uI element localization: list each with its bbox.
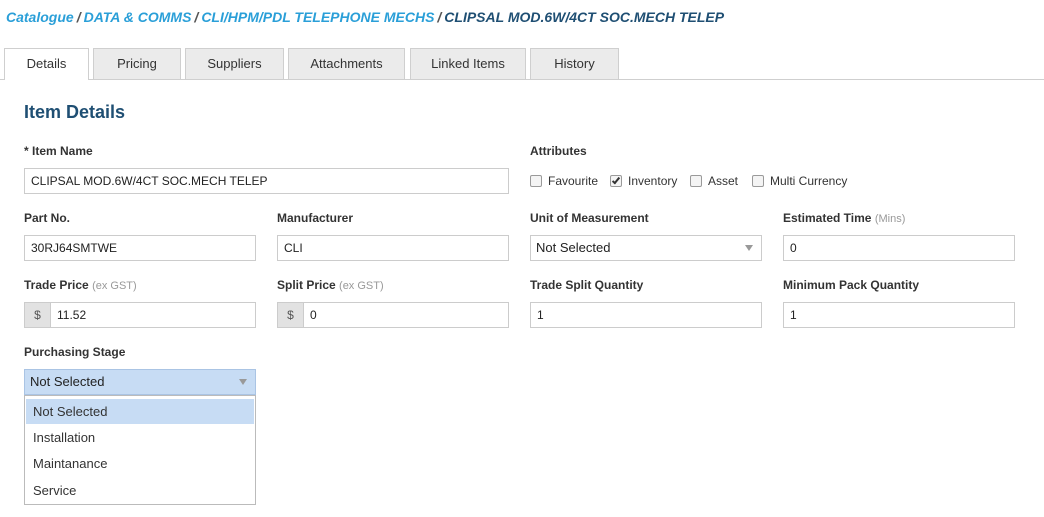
tabs-divider xyxy=(0,79,1044,80)
dollar-icon: $ xyxy=(24,302,50,328)
part-no-label: Part No. xyxy=(24,211,71,225)
trade-split-quantity-label: Trade Split Quantity xyxy=(530,278,644,292)
tab-suppliers[interactable]: Suppliers xyxy=(185,48,284,79)
breadcrumb-catalogue-link[interactable]: Catalogue xyxy=(6,9,74,25)
breadcrumb-current-item: CLIPSAL MOD.6W/4CT SOC.MECH TELEP xyxy=(444,9,725,25)
part-no-value: 30RJ64SMTWE xyxy=(31,241,118,255)
breadcrumb-telephone-mechs-link[interactable]: CLI/HPM/PDL TELEPHONE MECHS xyxy=(201,9,434,25)
dropdown-option-maintanance[interactable]: Maintanance xyxy=(26,451,254,476)
inventory-label: Inventory xyxy=(628,174,678,188)
breadcrumb-data-comms-link[interactable]: DATA & COMMS xyxy=(84,9,192,25)
split-price-hint: (ex GST) xyxy=(339,280,384,292)
breadcrumb: Catalogue / DATA & COMMS / CLI/HPM/PDL TELEP… xyxy=(6,9,724,25)
multi-currency-label: Multi Currency xyxy=(770,174,848,188)
checkmark-icon xyxy=(611,175,621,185)
manufacturer-input[interactable]: CLI xyxy=(277,235,509,261)
manufacturer-value: CLI xyxy=(284,241,303,255)
tab-details[interactable]: Details xyxy=(4,48,89,80)
minimum-pack-quantity-value: 1 xyxy=(790,308,797,322)
tab-history[interactable]: History xyxy=(530,48,619,79)
purchasing-stage-value: Not Selected xyxy=(30,374,105,389)
purchasing-stage-label: Purchasing Stage xyxy=(24,345,126,359)
minimum-pack-quantity-input[interactable]: 1 xyxy=(783,302,1015,328)
inventory-checkbox[interactable] xyxy=(610,175,622,187)
split-price-label-text: Split Price xyxy=(277,278,336,292)
tab-pricing[interactable]: Pricing xyxy=(93,48,181,79)
chevron-down-icon xyxy=(239,379,247,385)
trade-split-quantity-input[interactable]: 1 xyxy=(530,302,762,328)
minimum-pack-quantity-label: Minimum Pack Quantity xyxy=(783,278,920,292)
tab-attachments[interactable]: Attachments xyxy=(288,48,405,79)
estimated-time-hint: (Mins) xyxy=(874,213,906,225)
attributes-label: Attributes xyxy=(530,144,587,158)
favourite-label: Favourite xyxy=(548,174,599,188)
estimated-time-value: 0 xyxy=(790,241,797,255)
favourite-checkbox[interactable] xyxy=(530,175,542,187)
tab-linked-items[interactable]: Linked Items xyxy=(410,48,526,79)
breadcrumb-separator: / xyxy=(76,9,81,25)
chevron-down-icon xyxy=(745,245,753,251)
trade-price-value: 11.52 xyxy=(57,308,87,322)
unit-of-measurement-value: Not Selected xyxy=(536,240,611,255)
split-price-input[interactable]: 0 xyxy=(303,302,509,328)
estimated-time-input[interactable]: 0 xyxy=(783,235,1015,261)
dropdown-option-service[interactable]: Service xyxy=(26,478,254,503)
item-name-input[interactable]: CLIPSAL MOD.6W/4CT SOC.MECH TELEP xyxy=(24,168,509,194)
asset-checkbox[interactable] xyxy=(690,175,702,187)
breadcrumb-separator: / xyxy=(437,9,442,25)
item-name-value: CLIPSAL MOD.6W/4CT SOC.MECH TELEP xyxy=(31,174,268,188)
estimated-time-label-text: Estimated Time xyxy=(783,211,872,225)
dropdown-option-not-selected[interactable]: Not Selected xyxy=(26,399,254,424)
manufacturer-label: Manufacturer xyxy=(277,211,354,225)
trade-price-label-text: Trade Price xyxy=(24,278,89,292)
breadcrumb-separator: / xyxy=(194,9,199,25)
part-no-input[interactable]: 30RJ64SMTWE xyxy=(24,235,256,261)
trade-price-label: Trade Price (ex GST) xyxy=(24,278,137,292)
item-name-label: * Item Name xyxy=(24,144,93,158)
dropdown-option-installation[interactable]: Installation xyxy=(26,425,254,450)
trade-price-hint: (ex GST) xyxy=(92,280,137,292)
unit-of-measurement-select[interactable]: Not Selected xyxy=(530,235,762,261)
trade-split-quantity-value: 1 xyxy=(537,308,544,322)
split-price-value: 0 xyxy=(310,308,317,322)
multi-currency-checkbox[interactable] xyxy=(752,175,764,187)
purchasing-stage-select[interactable]: Not Selected xyxy=(24,369,256,395)
split-price-label: Split Price (ex GST) xyxy=(277,278,384,292)
unit-of-measurement-label: Unit of Measurement xyxy=(530,211,649,225)
purchasing-stage-dropdown: Not Selected Installation Maintanance Se… xyxy=(24,395,256,505)
trade-price-input[interactable]: 11.52 xyxy=(50,302,256,328)
section-title: Item Details xyxy=(24,102,126,122)
asset-label: Asset xyxy=(708,174,739,188)
dollar-icon: $ xyxy=(277,302,303,328)
estimated-time-label: Estimated Time (Mins) xyxy=(783,211,905,225)
